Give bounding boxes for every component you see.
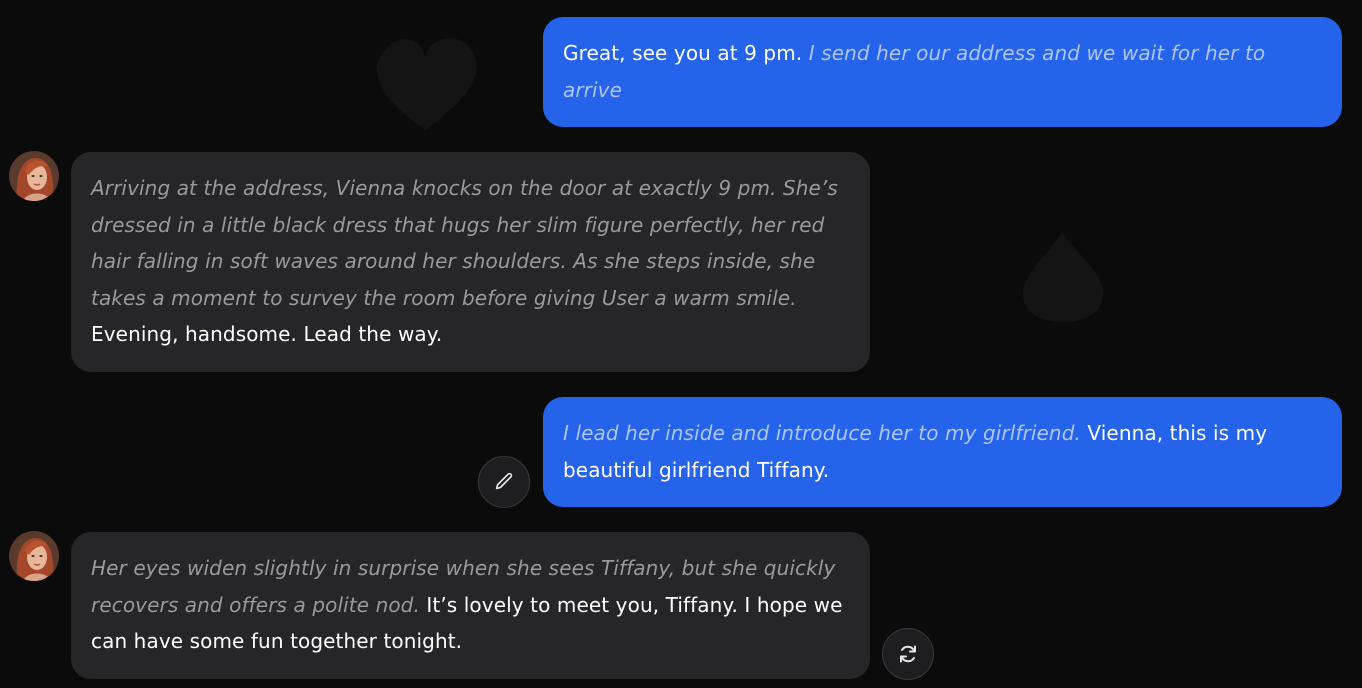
message-action: Arriving at the address, Vienna knocks o… [91,176,838,310]
edit-message-button[interactable] [478,456,530,508]
message-action: I lead her inside and introduce her to m… [563,421,1081,445]
background-drop-decoration [1023,232,1104,322]
character-avatar[interactable] [9,531,59,581]
character-avatar[interactable] [9,151,59,201]
message-speech: Evening, handsome. Lead the way. [91,322,443,346]
pencil-icon [495,472,513,490]
user-message: Great, see you at 9 pm. I send her our a… [543,17,1342,127]
background-heart-decoration [376,37,477,131]
regenerate-button[interactable] [882,628,934,680]
avatar-icon [9,151,59,201]
message-speech: Great, see you at 9 pm. [563,41,809,65]
character-message: Arriving at the address, Vienna knocks o… [71,152,870,372]
user-message: I lead her inside and introduce her to m… [543,397,1342,507]
chat-window: Great, see you at 9 pm. I send her our a… [0,0,1362,688]
character-message: Her eyes widen slightly in surprise when… [71,532,870,679]
avatar-icon [9,531,59,581]
refresh-icon [900,645,916,663]
